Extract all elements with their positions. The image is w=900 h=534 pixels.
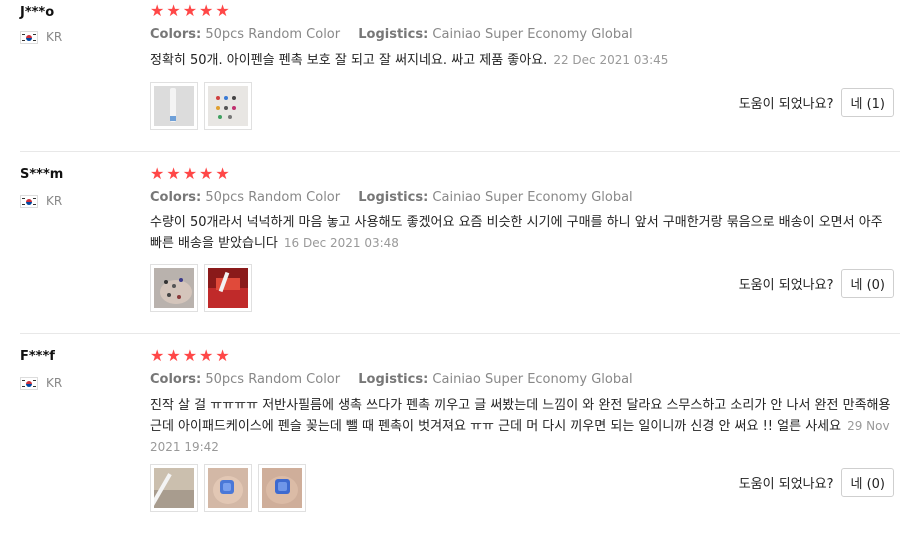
colors-value: 50pcs Random Color	[205, 27, 341, 42]
review-item: J***o KR ★ ★ ★ ★ ★ Colors: 50pcs Random Colo…	[0, 0, 900, 150]
reviewer-name: F***f	[20, 349, 55, 364]
star-icon: ★	[166, 346, 181, 365]
star-rating: ★ ★ ★ ★ ★	[150, 348, 230, 364]
review-photo-thumbnail[interactable]	[204, 264, 252, 312]
photo-blue-tip	[208, 468, 248, 508]
review-date: 16 Dec 2021 03:48	[283, 236, 399, 250]
star-icon: ★	[150, 346, 165, 365]
helpful-vote: 도움이 되었나요? 네 (1)	[739, 88, 894, 117]
review-text: 진작 살 걸 ㅠㅠㅠㅠ 저반사필름에 생촉 쓰다가 펜촉 끼우고 글 써봤는데 …	[150, 395, 895, 458]
logistics-key: Logistics:	[358, 372, 429, 387]
korea-flag-icon	[20, 376, 38, 390]
logistics-value: Cainiao Super Economy Global	[432, 372, 633, 387]
star-icon: ★	[182, 164, 198, 183]
review-body: 정확히 50개. 아이펜슬 펜촉 보호 잘 되고 잘 써지네요. 싸고 제품 좋…	[150, 53, 548, 68]
helpful-vote: 도움이 되었나요? 네 (0)	[739, 468, 894, 497]
photo-pencil-2	[150, 468, 194, 508]
star-rating: ★ ★ ★ ★ ★	[150, 3, 230, 19]
star-icon: ★	[199, 164, 214, 183]
logistics-key: Logistics:	[358, 190, 429, 205]
country-code: KR	[46, 194, 63, 208]
korea-flag-icon	[20, 30, 38, 44]
photo-blue-tip-2	[262, 468, 302, 508]
colors-value: 50pcs Random Color	[205, 190, 341, 205]
review-photo-thumbnail[interactable]	[150, 464, 198, 512]
colors-key: Colors:	[150, 190, 202, 205]
star-rating: ★ ★ ★ ★ ★	[150, 166, 230, 182]
helpful-label: 도움이 되었나요?	[738, 278, 834, 293]
star-icon: ★	[199, 346, 214, 365]
star-icon: ★	[166, 164, 181, 183]
helpful-label: 도움이 되었나요?	[738, 477, 834, 492]
product-attributes: Colors: 50pcs Random Color Logistics: Ca…	[150, 372, 647, 387]
review-photo-thumbnail[interactable]	[204, 464, 252, 512]
product-attributes: Colors: 50pcs Random Color Logistics: Ca…	[150, 190, 647, 205]
reviewer-country: KR	[20, 376, 62, 390]
helpful-yes-button[interactable]: 네 (0)	[841, 468, 894, 497]
reviewer-country: KR	[20, 194, 62, 208]
star-icon: ★	[182, 1, 198, 20]
reviewer-country: KR	[20, 30, 62, 44]
product-attributes: Colors: 50pcs Random Color Logistics: Ca…	[150, 27, 647, 42]
helpful-yes-button[interactable]: 네 (1)	[841, 88, 894, 117]
star-icon: ★	[215, 346, 230, 365]
logistics-value: Cainiao Super Economy Global	[432, 27, 633, 42]
korea-flag-icon	[20, 194, 38, 208]
review-body: 수량이 50개라서 넉넉하게 마음 놓고 사용해도 좋겠어요 요즘 비슷한 시기…	[150, 215, 883, 251]
colors-value: 50pcs Random Color	[205, 372, 341, 387]
colors-key: Colors:	[150, 372, 202, 387]
country-code: KR	[46, 376, 63, 390]
review-body: 진작 살 걸 ㅠㅠㅠㅠ 저반사필름에 생촉 쓰다가 펜촉 끼우고 글 써봤는데 …	[150, 398, 891, 434]
reviewer-name: J***o	[20, 5, 55, 20]
photo-tips	[208, 86, 248, 126]
review-photos	[150, 464, 306, 512]
star-icon: ★	[199, 1, 214, 20]
logistics-value: Cainiao Super Economy Global	[432, 190, 633, 205]
review-photo-thumbnail[interactable]	[150, 264, 198, 312]
photo-red	[208, 268, 248, 308]
country-code: KR	[46, 30, 63, 44]
review-text: 정확히 50개. 아이펜슬 펜촉 보호 잘 되고 잘 써지네요. 싸고 제품 좋…	[150, 50, 895, 71]
star-icon: ★	[182, 346, 198, 365]
review-photo-thumbnail[interactable]	[258, 464, 306, 512]
star-icon: ★	[215, 1, 230, 20]
logistics-key: Logistics:	[358, 27, 429, 42]
star-icon: ★	[166, 1, 181, 20]
review-item: F***f KR ★ ★ ★ ★ ★ Colors: 50pcs Random Colo…	[0, 334, 900, 534]
helpful-yes-button[interactable]: 네 (0)	[841, 269, 894, 298]
helpful-vote: 도움이 되었나요? 네 (0)	[739, 269, 894, 298]
review-text: 수량이 50개라서 넉넉하게 마음 놓고 사용해도 좋겠어요 요즘 비슷한 시기…	[150, 212, 895, 254]
photo-pencil	[154, 86, 194, 126]
review-photos	[150, 82, 252, 130]
photo-tips-hand	[154, 268, 194, 308]
star-icon: ★	[150, 1, 165, 20]
helpful-label: 도움이 되었나요?	[738, 97, 834, 112]
review-date: 22 Dec 2021 03:45	[553, 53, 669, 67]
star-icon: ★	[215, 164, 230, 183]
review-item: S***m KR ★ ★ ★ ★ ★ Colors: 50pcs Random Colo…	[0, 152, 900, 334]
star-icon: ★	[150, 164, 165, 183]
review-photos	[150, 264, 252, 312]
reviewer-name: S***m	[20, 167, 64, 182]
review-photo-thumbnail[interactable]	[204, 82, 252, 130]
review-photo-thumbnail[interactable]	[150, 82, 198, 130]
colors-key: Colors:	[150, 27, 202, 42]
